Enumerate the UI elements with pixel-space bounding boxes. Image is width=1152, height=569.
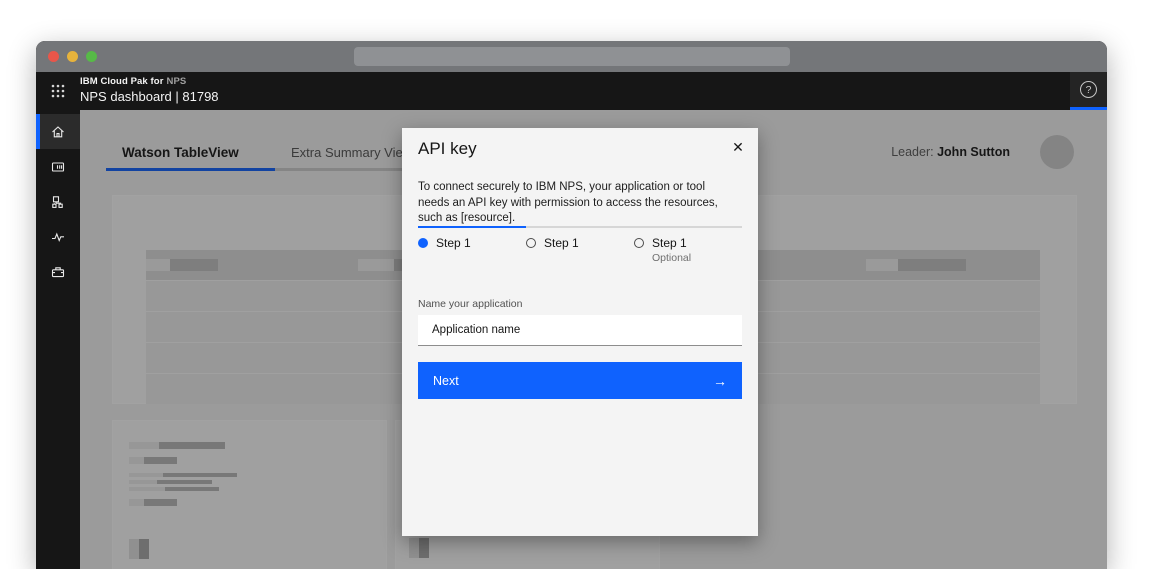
fullscreen-window-button[interactable] (86, 51, 97, 62)
step-incomplete-icon (634, 238, 644, 248)
sidebar-item-toolbox[interactable] (36, 254, 80, 289)
help-button[interactable]: ? (1070, 72, 1107, 110)
close-icon[interactable]: ✕ (723, 132, 753, 162)
step-label: Step 1 (436, 236, 471, 250)
step-label: Step 1 (544, 236, 579, 250)
category-icon (52, 195, 63, 208)
api-key-modal: API key ✕ To connect securely to IBM NPS… (402, 128, 758, 536)
page-title: NPS dashboard | 81798 (80, 88, 219, 104)
brand-prefix: IBM Cloud Pak for (80, 76, 164, 88)
minimize-window-button[interactable] (67, 51, 78, 62)
browser-titlebar (36, 41, 1107, 72)
modal-description: To connect securely to IBM NPS, your app… (418, 181, 718, 224)
progress-step-2[interactable]: Step 1 (526, 226, 634, 264)
app-titles: IBM Cloud Pak for NPS NPS dashboard | 817… (80, 76, 219, 105)
progress-step-1[interactable]: Step 1 (418, 226, 526, 264)
application-name-input[interactable] (418, 315, 742, 346)
sidebar-item-activity[interactable] (36, 219, 80, 254)
address-bar[interactable] (354, 47, 790, 66)
activity-icon (52, 231, 64, 242)
sidebar-item-category[interactable] (36, 184, 80, 219)
screenshot-canvas: IBM Cloud Pak for NPS NPS dashboard | 817… (0, 0, 1152, 569)
main-content: Watson TableView Extra Summary Views Lea… (80, 110, 1107, 569)
modal-title: API key (418, 139, 477, 158)
step-label: Step 1 (652, 236, 687, 250)
step-optional-label: Optional (652, 252, 692, 264)
product-name: IBM Cloud Pak for NPS (80, 76, 219, 88)
grid-icon (51, 84, 65, 98)
step-incomplete-icon (526, 238, 536, 248)
browser-window: IBM Cloud Pak for NPS NPS dashboard | 817… (36, 41, 1107, 569)
sidebar-item-home[interactable] (36, 114, 80, 149)
home-icon (52, 125, 64, 137)
next-button[interactable]: Next → (418, 362, 742, 399)
application-name-label: Name your application (418, 298, 523, 310)
progress-indicator: Step 1 Step 1 Step 1 Optional (418, 226, 742, 264)
table-panel-icon (51, 161, 65, 172)
progress-step-3[interactable]: Step 1 Optional (634, 226, 742, 264)
sidebar-item-panels[interactable] (36, 149, 80, 184)
app-header: IBM Cloud Pak for NPS NPS dashboard | 817… (36, 72, 1107, 110)
toolbox-icon (51, 266, 65, 277)
brand-suffix: NPS (166, 76, 187, 88)
help-icon: ? (1080, 81, 1097, 98)
step-current-icon (418, 238, 428, 248)
app-body: Watson TableView Extra Summary Views Lea… (36, 110, 1107, 569)
arrow-right-icon: → (713, 372, 727, 389)
left-nav (36, 110, 80, 569)
close-window-button[interactable] (48, 51, 59, 62)
window-controls (48, 51, 97, 62)
next-button-label: Next (433, 373, 459, 388)
app-switcher-button[interactable] (36, 72, 80, 110)
